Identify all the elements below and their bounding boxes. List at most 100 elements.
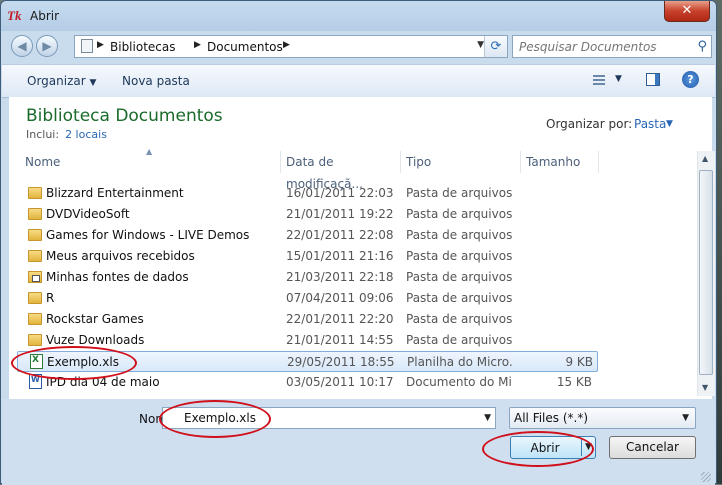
file-date-modified: 21/03/2011 22:18 [286,270,394,284]
window-title: Abrir [30,9,60,23]
scroll-down-icon[interactable]: ▼ [702,383,708,392]
filename-combobox[interactable]: ▼ [162,407,496,429]
search-icon[interactable]: ⚲ [697,39,707,54]
open-button-label: Abrir [530,441,560,455]
search-box[interactable]: ⚲ [512,35,712,58]
file-row[interactable]: Games for Windows - LIVE Demos 22/01/2011… [17,225,598,246]
forward-button[interactable]: ▶ [36,35,58,57]
file-name: Games for Windows - LIVE Demos [46,228,250,242]
file-name: Blizzard Entertainment [46,186,184,200]
file-row[interactable]: Blizzard Entertainment 16/01/2011 22:03 Pa… [17,183,598,204]
file-row[interactable]: DVDVideoSoft 21/01/2011 19:22 Pasta de arq… [17,204,598,225]
file-date-modified: 07/04/2011 09:06 [286,291,394,305]
file-name: Meus arquivos recebidos [46,249,195,263]
open-options-dropdown-icon[interactable]: ▼ [585,442,592,452]
address-bar[interactable]: ▶ Bibliotecas ▶ Documentos ▶ ▼ ⟳ [74,35,508,58]
includes-label: Inclui: [26,128,60,141]
resize-grip[interactable] [701,472,711,482]
help-icon[interactable]: ? [682,71,699,88]
file-type: Pasta de arquivos [406,291,512,305]
scroll-up-icon[interactable]: ▲ [702,154,708,163]
search-input[interactable] [513,36,695,57]
breadcrumb-separator-icon[interactable]: ▶ [97,40,104,50]
change-view-icon[interactable] [593,75,605,85]
breadcrumb-documentos[interactable]: Documentos [207,40,283,54]
address-history-dropdown-icon[interactable]: ▼ [477,40,484,50]
chevron-down-icon[interactable]: ▼ [666,119,673,129]
open-dialog: Tk Abrir ✕ ◀ ▶ ▶ Bibliotecas ▶ Documento… [0,0,717,485]
file-name: IPD dia 04 de maio [46,375,160,389]
file-date-modified: 22/01/2011 22:08 [286,228,394,242]
file-row[interactable]: Exemplo.xls 29/05/2011 18:55 Planilha do M… [17,351,598,372]
file-name: Rockstar Games [46,312,144,326]
view-options-dropdown-icon[interactable]: ▼ [615,74,622,84]
arrange-by-dropdown[interactable]: Pasta [634,117,666,131]
file-type-filter-value: All Files (*.*) [514,411,589,425]
open-button[interactable]: Abrir ▼ [510,436,596,459]
column-header-date-modified[interactable]: Data de modificaçã... [281,151,401,191]
folder-icon [28,187,42,199]
back-button[interactable]: ◀ [11,35,33,57]
filename-input[interactable] [163,408,494,428]
file-size: 9 KB [565,355,593,369]
scrollbar-thumb[interactable] [699,170,713,375]
file-name: DVDVideoSoft [46,207,130,221]
title-bar[interactable]: Tk Abrir ✕ [1,1,716,31]
file-date-modified: 21/01/2011 14:55 [286,333,394,347]
chevron-down-icon: ▼ [89,78,97,88]
file-row[interactable]: Rockstar Games 22/01/2011 22:20 Pasta de a… [17,309,598,330]
file-date-modified: 16/01/2011 22:03 [286,186,394,200]
file-name: Exemplo.xls [47,355,119,369]
arrange-by-label: Organizar por: [546,117,633,131]
file-type: Pasta de arquivos [406,249,512,263]
file-list-pane: Biblioteca Documentos Inclui: 2 locais Or… [9,97,712,399]
file-row[interactable]: Vuze Downloads 21/01/2011 14:55 Pasta de a… [17,330,598,351]
command-toolbar: Organizar ▼ Nova pasta ▼ ? [2,64,715,98]
file-name: Vuze Downloads [46,333,145,347]
file-date-modified: 22/01/2011 22:20 [286,312,394,326]
excel-file-icon [30,354,43,369]
preview-pane-icon[interactable] [646,73,660,86]
folder-icon [28,250,42,262]
file-type: Pasta de arquivos [406,333,512,347]
file-row[interactable]: Meus arquivos recebidos 15/01/2011 21:16 P… [17,246,598,267]
vertical-scrollbar[interactable]: ▲ ▼ [697,151,715,396]
file-name: Minhas fontes de dados [46,270,189,284]
folder-icon [28,229,42,241]
new-folder-button[interactable]: Nova pasta [122,74,190,88]
breadcrumb-bibliotecas[interactable]: Bibliotecas [110,40,175,54]
cancel-button[interactable]: Cancelar [609,436,696,459]
filename-history-dropdown-icon[interactable]: ▼ [484,413,491,423]
file-date-modified: 29/05/2011 18:55 [287,355,395,369]
includes-locations-link[interactable]: 2 locais [65,128,107,141]
file-type-filter-select[interactable]: All Files (*.*) ▼ [509,407,696,429]
file-type: Pasta de arquivos [406,228,512,242]
refresh-icon[interactable]: ⟳ [484,36,507,57]
file-row[interactable]: IPD dia 04 de maio 03/05/2011 10:17 Docume… [17,372,598,393]
column-header-name[interactable]: Nome [20,151,281,173]
file-date-modified: 15/01/2011 21:16 [286,249,394,263]
organize-label: Organizar [27,74,86,88]
dialog-footer: Nome: ▼ All Files (*.*) ▼ Abrir ▼ Cancel… [2,399,715,485]
column-header-type[interactable]: Tipo [401,151,521,173]
navigation-bar: ◀ ▶ ▶ Bibliotecas ▶ Documentos ▶ ▼ ⟳ ⚲ [7,34,712,60]
file-type: Pasta de arquivos [406,207,512,221]
file-size: 15 KB [556,375,592,389]
file-date-modified: 03/05/2011 10:17 [286,375,394,389]
library-includes: Inclui: 2 locais [26,128,107,141]
word-file-icon [29,374,42,389]
breadcrumb-separator-icon[interactable]: ▶ [194,40,201,50]
special-folder-icon [28,271,42,283]
file-row[interactable]: R 07/04/2011 09:06 Pasta de arquivos [17,288,598,309]
organize-button[interactable]: Organizar ▼ [27,74,96,88]
file-name: R [46,291,55,305]
breadcrumb-separator-icon[interactable]: ▶ [283,40,290,50]
close-button[interactable]: ✕ [664,1,710,22]
chevron-down-icon[interactable]: ▼ [682,413,689,423]
library-title: Biblioteca Documentos [26,106,223,126]
column-header-size[interactable]: Tamanho [521,151,599,173]
tk-app-icon: Tk [7,8,22,23]
folder-icon [28,292,42,304]
file-row[interactable]: Minhas fontes de dados 21/03/2011 22:18 Pa… [17,267,598,288]
folder-icon [28,334,42,346]
